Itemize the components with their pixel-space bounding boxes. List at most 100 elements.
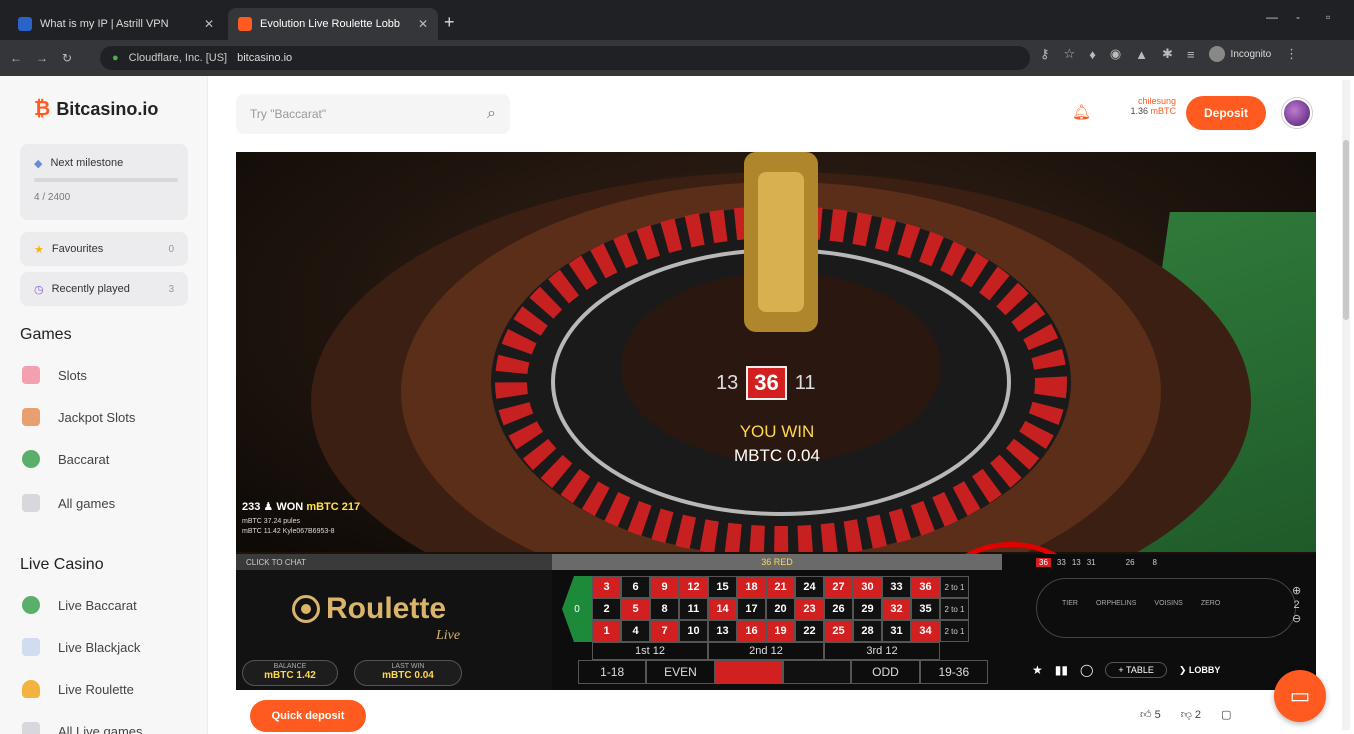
bet-number[interactable]: 33 bbox=[882, 576, 911, 598]
racetrack[interactable] bbox=[1036, 578, 1296, 638]
bet-number[interactable]: 28 bbox=[853, 620, 882, 642]
bet-red[interactable] bbox=[714, 660, 783, 684]
race-voisins[interactable]: VOISINS bbox=[1154, 600, 1182, 607]
nav-live-roulette[interactable]: Live Roulette bbox=[22, 680, 134, 698]
close-tab-icon[interactable]: ✕ bbox=[418, 17, 428, 31]
dislike-button[interactable]: 👎︎ 2 bbox=[1181, 708, 1201, 721]
bet-dozen-3[interactable]: 3rd 12 bbox=[824, 642, 940, 660]
favourites-button[interactable]: ★ Favourites 0 bbox=[20, 232, 188, 266]
bet-number[interactable]: 5 bbox=[621, 598, 650, 620]
close-tab-icon[interactable]: ✕ bbox=[204, 17, 214, 31]
statistics-icon[interactable]: ▮▮ bbox=[1055, 663, 1068, 677]
bet-column[interactable]: 2 to 1 bbox=[940, 576, 969, 598]
nav-jackpot-slots[interactable]: Jackpot Slots bbox=[22, 408, 135, 426]
bet-number[interactable]: 30 bbox=[853, 576, 882, 598]
puzzle-icon[interactable]: ✱ bbox=[1162, 46, 1173, 62]
race-zero[interactable]: ZERO bbox=[1201, 600, 1220, 607]
plus-icon[interactable]: ⊕ bbox=[1292, 584, 1301, 598]
star-icon[interactable]: ☆ bbox=[1064, 46, 1076, 62]
favourite-star-icon[interactable]: ★ bbox=[1032, 663, 1043, 677]
live-chat-fab[interactable]: ▭ bbox=[1274, 670, 1326, 722]
nav-live-baccarat[interactable]: Live Baccarat bbox=[22, 596, 137, 614]
bet-dozen-2[interactable]: 2nd 12 bbox=[708, 642, 824, 660]
bet-number[interactable]: 16 bbox=[737, 620, 766, 642]
incognito-indicator[interactable]: Incognito bbox=[1208, 46, 1271, 62]
nav-slots[interactable]: Slots bbox=[22, 366, 87, 384]
new-tab-button[interactable]: + bbox=[444, 12, 455, 33]
omnibox[interactable]: ● Cloudflare, Inc. [US] bitcasino.io bbox=[100, 46, 1030, 70]
bet-column[interactable]: 2 to 1 bbox=[940, 620, 969, 642]
bet-number[interactable]: 17 bbox=[737, 598, 766, 620]
bet-number[interactable]: 2 bbox=[592, 598, 621, 620]
fullscreen-icon[interactable]: ▢ bbox=[1221, 708, 1231, 721]
lobby-button[interactable]: ❯ LOBBY bbox=[1179, 665, 1221, 676]
bet-number[interactable]: 4 bbox=[621, 620, 650, 642]
bet-number[interactable]: 36 bbox=[911, 576, 940, 598]
nav-live-blackjack[interactable]: Live Blackjack bbox=[22, 638, 140, 656]
deposit-button[interactable]: Deposit bbox=[1186, 96, 1266, 130]
restore-icon[interactable]: ▫ bbox=[1326, 10, 1330, 24]
bet-number[interactable]: 34 bbox=[911, 620, 940, 642]
notification-bell-icon[interactable]: 🔔︎ bbox=[1072, 103, 1091, 121]
bet-column[interactable]: 2 to 1 bbox=[940, 598, 969, 620]
bet-number[interactable]: 20 bbox=[766, 598, 795, 620]
scrollbar-thumb[interactable] bbox=[1343, 140, 1349, 320]
bet-number[interactable]: 31 bbox=[882, 620, 911, 642]
chat-bubble-icon[interactable]: ◯ bbox=[1080, 663, 1093, 677]
race-tier[interactable]: TIER bbox=[1062, 600, 1078, 607]
milestone-card[interactable]: ◆ Next milestone 4 / 2400 bbox=[20, 144, 188, 220]
bet-number[interactable]: 15 bbox=[708, 576, 737, 598]
bet-number[interactable]: 22 bbox=[795, 620, 824, 642]
bet-number[interactable]: 19 bbox=[766, 620, 795, 642]
like-button[interactable]: 👍︎ 5 bbox=[1140, 708, 1161, 721]
bet-dozen-1[interactable]: 1st 12 bbox=[592, 642, 708, 660]
nav-all-games[interactable]: All games bbox=[22, 494, 115, 512]
bet-number[interactable]: 1 bbox=[592, 620, 621, 642]
page-scrollbar[interactable] bbox=[1342, 80, 1350, 730]
table-button[interactable]: + TABLE bbox=[1105, 662, 1167, 678]
bet-19-36[interactable]: 19-36 bbox=[919, 660, 988, 684]
bet-number[interactable]: 9 bbox=[650, 576, 679, 598]
quick-deposit-button[interactable]: Quick deposit bbox=[250, 700, 366, 732]
search-input[interactable]: Try "Baccarat" ⌕ bbox=[236, 94, 510, 134]
back-icon[interactable]: ← bbox=[10, 51, 22, 65]
logo[interactable]: ₿ Bitcasino.io bbox=[34, 98, 158, 121]
bet-number[interactable]: 7 bbox=[650, 620, 679, 642]
tab-evolution[interactable]: Evolution Live Roulette Lobb ✕ bbox=[228, 8, 438, 40]
bet-number[interactable]: 11 bbox=[679, 598, 708, 620]
avatar[interactable] bbox=[1282, 98, 1312, 128]
bet-1-18[interactable]: 1-18 bbox=[578, 660, 647, 684]
bet-number[interactable]: 8 bbox=[650, 598, 679, 620]
minimize-icon[interactable]: — bbox=[1266, 10, 1278, 24]
bet-zero[interactable]: 0 bbox=[562, 576, 592, 642]
reading-list-icon[interactable]: ≡ bbox=[1187, 47, 1195, 62]
extension2-icon[interactable]: ▲ bbox=[1135, 47, 1148, 62]
bet-number[interactable]: 23 bbox=[795, 598, 824, 620]
bet-number[interactable]: 12 bbox=[679, 576, 708, 598]
bet-number[interactable]: 27 bbox=[824, 576, 853, 598]
menu-icon[interactable]: ⋮ bbox=[1285, 46, 1298, 62]
bet-number[interactable]: 18 bbox=[737, 576, 766, 598]
bet-odd[interactable]: ODD bbox=[851, 660, 920, 684]
user-balance[interactable]: chilesung 1.36 mBTC bbox=[1114, 96, 1176, 130]
bet-number[interactable]: 13 bbox=[708, 620, 737, 642]
recently-played-button[interactable]: ◷ Recently played 3 bbox=[20, 272, 188, 306]
key-icon[interactable]: ⚷ bbox=[1040, 46, 1050, 62]
bet-number[interactable]: 26 bbox=[824, 598, 853, 620]
bet-black[interactable] bbox=[782, 660, 852, 684]
search-icon[interactable]: ⌕ bbox=[487, 105, 496, 123]
bet-number[interactable]: 21 bbox=[766, 576, 795, 598]
chat-button[interactable]: CLICK TO CHAT bbox=[236, 554, 552, 570]
tab-astrill[interactable]: What is my IP | Astrill VPN ✕ bbox=[8, 8, 224, 40]
minus-icon[interactable]: ⊖ bbox=[1292, 612, 1301, 626]
race-orphelins[interactable]: ORPHELINS bbox=[1096, 600, 1136, 607]
vpn-icon[interactable]: ◉ bbox=[1110, 46, 1121, 62]
bet-number[interactable]: 24 bbox=[795, 576, 824, 598]
forward-icon[interactable]: → bbox=[36, 51, 48, 65]
bet-number[interactable]: 35 bbox=[911, 598, 940, 620]
bet-number[interactable]: 6 bbox=[621, 576, 650, 598]
reload-icon[interactable]: ↻ bbox=[62, 51, 72, 65]
extension-icon[interactable]: ♦ bbox=[1089, 47, 1096, 62]
bet-even[interactable]: EVEN bbox=[646, 660, 715, 684]
bet-number[interactable]: 3 bbox=[592, 576, 621, 598]
